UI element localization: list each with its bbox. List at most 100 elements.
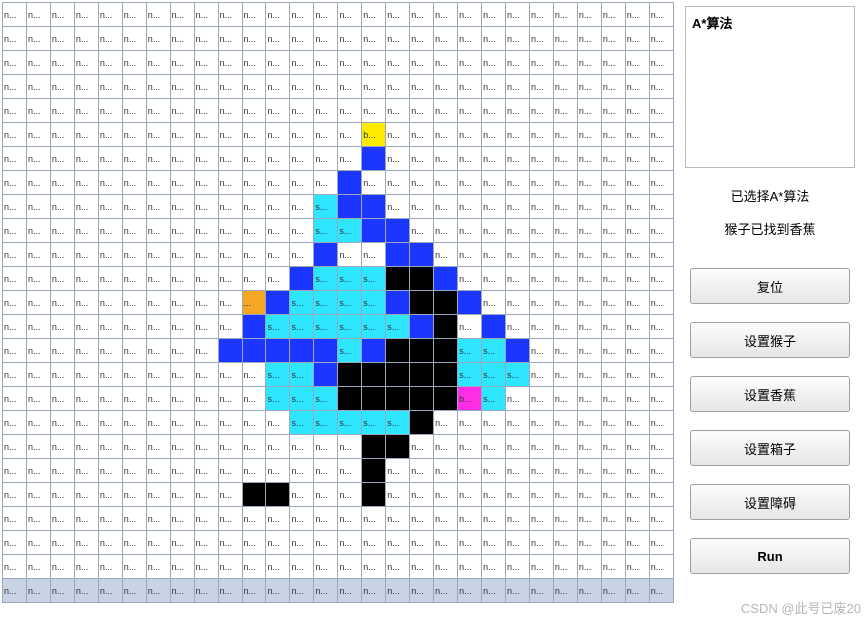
grid-cell[interactable]: n...: [482, 195, 506, 219]
grid-cell[interactable]: n...: [98, 75, 122, 99]
grid-cell[interactable]: n...: [218, 579, 242, 603]
grid-cell[interactable]: n...: [170, 27, 194, 51]
grid-cell[interactable]: n...: [410, 123, 434, 147]
grid-cell[interactable]: n...: [529, 315, 553, 339]
grid-cell[interactable]: n...: [482, 27, 506, 51]
grid-cell[interactable]: n...: [482, 579, 506, 603]
grid-cell[interactable]: n...: [458, 507, 482, 531]
grid-cell[interactable]: n...: [98, 123, 122, 147]
grid-cell[interactable]: n...: [98, 531, 122, 555]
grid-cell[interactable]: n...: [242, 363, 266, 387]
grid-cell[interactable]: n...: [577, 579, 601, 603]
grid-cell[interactable]: n...: [577, 99, 601, 123]
grid-cell[interactable]: n...: [482, 243, 506, 267]
grid-cell[interactable]: n...: [529, 387, 553, 411]
grid-cell[interactable]: n...: [314, 435, 338, 459]
grid-cell[interactable]: n...: [266, 435, 290, 459]
grid-cell[interactable]: n...: [625, 123, 649, 147]
grid-cell[interactable]: n...: [98, 243, 122, 267]
grid-cell[interactable]: n...: [3, 459, 27, 483]
grid-cell[interactable]: n...: [170, 99, 194, 123]
grid-cell[interactable]: [266, 339, 290, 363]
grid-cell[interactable]: n...: [170, 483, 194, 507]
grid-cell[interactable]: n...: [50, 507, 74, 531]
grid-cell[interactable]: n...: [482, 411, 506, 435]
grid-cell[interactable]: n...: [146, 363, 170, 387]
grid-cell[interactable]: n...: [290, 171, 314, 195]
grid-cell[interactable]: n...: [242, 531, 266, 555]
grid-cell[interactable]: n...: [410, 219, 434, 243]
grid-cell[interactable]: n...: [338, 99, 362, 123]
grid-cell[interactable]: n...: [74, 411, 98, 435]
grid-cell[interactable]: n...: [74, 27, 98, 51]
grid-cell[interactable]: n...: [482, 555, 506, 579]
grid-cell[interactable]: n...: [3, 171, 27, 195]
grid-cell[interactable]: n...: [98, 411, 122, 435]
grid-cell[interactable]: n...: [74, 435, 98, 459]
grid-cell[interactable]: n...: [50, 339, 74, 363]
grid-cell[interactable]: n...: [362, 99, 386, 123]
grid-cell[interactable]: n...: [458, 459, 482, 483]
grid-cell[interactable]: n...: [266, 219, 290, 243]
grid-cell[interactable]: n...: [194, 195, 218, 219]
grid-cell[interactable]: n...: [194, 123, 218, 147]
grid-cell[interactable]: n...: [338, 75, 362, 99]
grid-cell[interactable]: n...: [506, 579, 530, 603]
grid-cell[interactable]: n...: [50, 579, 74, 603]
grid-cell[interactable]: [434, 363, 458, 387]
grid-cell[interactable]: n...: [529, 483, 553, 507]
grid-cell[interactable]: n...: [98, 435, 122, 459]
grid-cell[interactable]: n...: [458, 3, 482, 27]
grid-cell[interactable]: n...: [625, 243, 649, 267]
grid-cell[interactable]: n...: [146, 579, 170, 603]
grid-cell[interactable]: n...: [74, 75, 98, 99]
grid-cell[interactable]: n...: [3, 99, 27, 123]
grid-cell[interactable]: n...: [458, 243, 482, 267]
grid-cell[interactable]: n...: [26, 267, 50, 291]
grid-cell[interactable]: n...: [290, 483, 314, 507]
grid-cell[interactable]: n...: [338, 483, 362, 507]
grid-cell[interactable]: n...: [649, 435, 673, 459]
grid-cell[interactable]: n...: [218, 363, 242, 387]
grid-cell[interactable]: n...: [146, 219, 170, 243]
grid-cell[interactable]: n...: [122, 483, 146, 507]
grid-cell[interactable]: n...: [649, 411, 673, 435]
grid-cell[interactable]: n...: [3, 339, 27, 363]
grid-cell[interactable]: [314, 243, 338, 267]
grid-cell[interactable]: n...: [3, 291, 27, 315]
grid-cell[interactable]: n...: [122, 579, 146, 603]
grid-cell[interactable]: n...: [290, 99, 314, 123]
grid-cell[interactable]: n...: [26, 363, 50, 387]
grid-cell[interactable]: n...: [553, 459, 577, 483]
grid-cell[interactable]: n...: [122, 507, 146, 531]
grid-cell[interactable]: n...: [458, 483, 482, 507]
grid-cell[interactable]: n...: [218, 267, 242, 291]
grid-cell[interactable]: n...: [3, 315, 27, 339]
grid-cell[interactable]: n...: [625, 483, 649, 507]
grid-cell[interactable]: n...: [482, 291, 506, 315]
grid-cell[interactable]: n...: [362, 243, 386, 267]
grid-cell[interactable]: n...: [194, 75, 218, 99]
grid-cell[interactable]: n...: [290, 3, 314, 27]
grid-cell[interactable]: n...: [434, 123, 458, 147]
grid-cell[interactable]: s...: [362, 315, 386, 339]
grid-cell[interactable]: n...: [386, 75, 410, 99]
grid-cell[interactable]: n...: [482, 483, 506, 507]
grid-cell[interactable]: n...: [3, 123, 27, 147]
grid-cell[interactable]: n...: [338, 555, 362, 579]
grid-cell[interactable]: n...: [529, 195, 553, 219]
grid-cell[interactable]: n...: [314, 27, 338, 51]
grid-cell[interactable]: s...: [458, 363, 482, 387]
grid-cell[interactable]: n...: [458, 579, 482, 603]
grid-cell[interactable]: n...: [601, 3, 625, 27]
grid-cell[interactable]: n...: [242, 243, 266, 267]
grid-cell[interactable]: s...: [266, 363, 290, 387]
grid-cell[interactable]: n...: [553, 483, 577, 507]
grid-cell[interactable]: [362, 459, 386, 483]
grid-cell[interactable]: [386, 243, 410, 267]
grid-cell[interactable]: n...: [506, 51, 530, 75]
grid-cell[interactable]: n...: [577, 555, 601, 579]
grid-cell[interactable]: n...: [625, 51, 649, 75]
grid-cell[interactable]: n...: [146, 171, 170, 195]
grid-cell[interactable]: n...: [218, 99, 242, 123]
